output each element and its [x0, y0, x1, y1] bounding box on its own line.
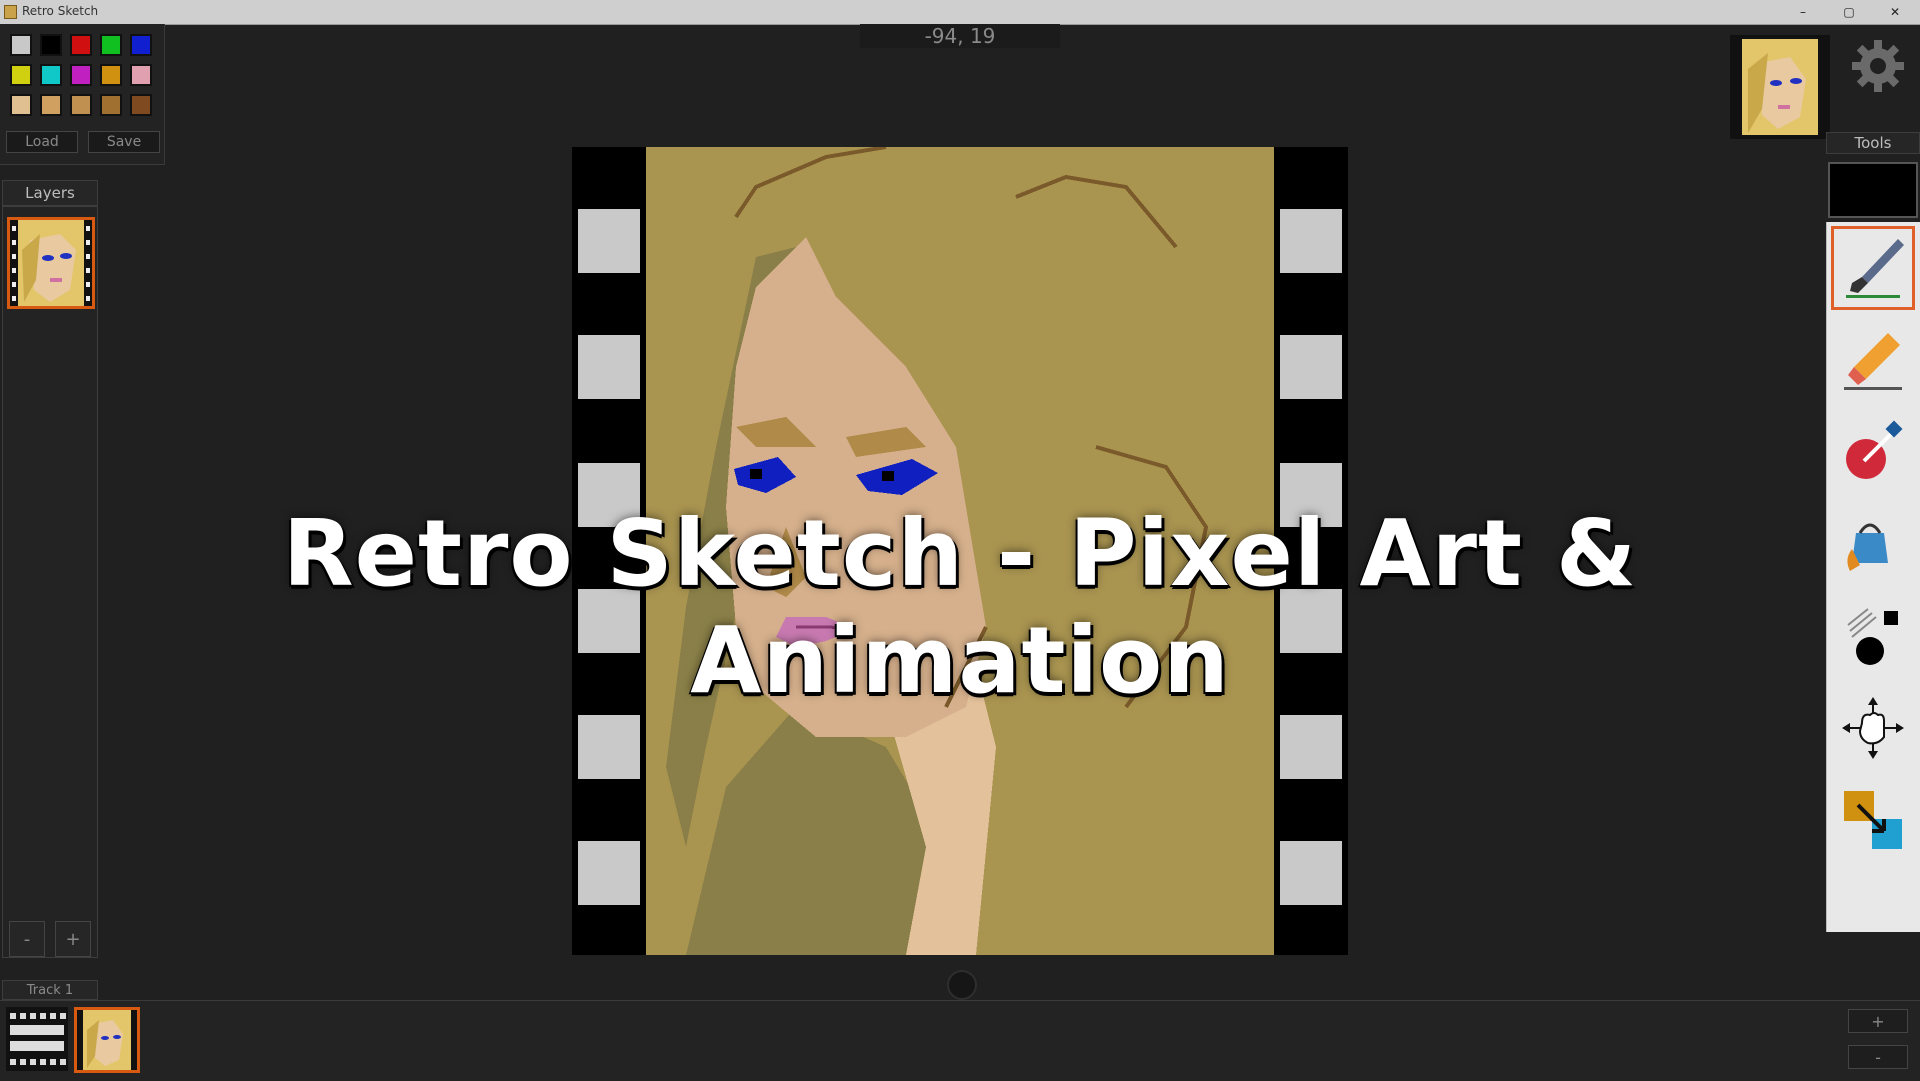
color-swatch[interactable] [100, 34, 122, 56]
color-swatch[interactable] [100, 64, 122, 86]
eyedropper-icon [1846, 420, 1903, 479]
eraser-tool[interactable] [1831, 318, 1915, 402]
cursor-coordinates: -94, 19 [860, 24, 1060, 48]
swap-colors-icon [1844, 791, 1902, 849]
frame-thumbnail[interactable] [74, 1007, 140, 1073]
film-sprocket [578, 841, 640, 905]
color-swatch[interactable] [130, 94, 152, 116]
color-swatch[interactable] [10, 34, 32, 56]
layer-preview-image [10, 220, 92, 306]
minimize-button[interactable]: – [1780, 0, 1826, 24]
animation-preview[interactable] [1730, 35, 1830, 139]
animation-track: + - [0, 1000, 1920, 1081]
window-titlebar: Retro Sketch – ▢ ✕ [0, 0, 1920, 25]
app-icon [4, 5, 17, 19]
save-button[interactable]: Save [88, 131, 160, 153]
color-swatch[interactable] [70, 34, 92, 56]
preview-image [1734, 39, 1826, 135]
brush-icon [1846, 239, 1904, 298]
current-color-swatch[interactable] [1828, 162, 1918, 218]
tools-header: Tools [1826, 132, 1920, 154]
eraser-icon [1844, 333, 1902, 390]
color-swatch[interactable] [40, 64, 62, 86]
film-strip-icon[interactable] [6, 1007, 68, 1071]
color-swatch[interactable] [40, 94, 62, 116]
color-swatch[interactable] [70, 94, 92, 116]
film-sprocket [1280, 715, 1342, 779]
color-palette: Load Save [0, 24, 165, 165]
remove-layer-button[interactable]: - [9, 921, 45, 957]
color-swatch[interactable] [100, 94, 122, 116]
gear-icon[interactable] [1848, 36, 1908, 96]
add-frame-button[interactable]: + [1848, 1009, 1908, 1033]
eyedropper-tool[interactable] [1831, 410, 1915, 494]
timeline-scrubber[interactable] [947, 970, 977, 1000]
color-swatch[interactable] [130, 64, 152, 86]
maximize-button[interactable]: ▢ [1826, 0, 1872, 24]
color-swatch[interactable] [130, 34, 152, 56]
remove-frame-button[interactable]: - [1848, 1045, 1908, 1069]
film-sprocket [578, 335, 640, 399]
film-sprocket [1280, 841, 1342, 905]
film-sprocket [578, 209, 640, 273]
color-swatch[interactable] [70, 64, 92, 86]
color-swatch[interactable] [10, 64, 32, 86]
layers-header: Layers [2, 180, 98, 206]
overlay-title: Retro Sketch - Pixel Art & Animation [282, 500, 1638, 714]
layer-thumbnail[interactable] [7, 217, 95, 309]
track-label: Track 1 [2, 980, 98, 1000]
swap-colors-tool[interactable] [1831, 778, 1915, 862]
window-title: Retro Sketch [22, 4, 99, 18]
color-swatch[interactable] [40, 34, 62, 56]
film-sprocket [1280, 335, 1342, 399]
film-sprocket [1280, 209, 1342, 273]
color-swatch[interactable] [10, 94, 32, 116]
film-sprocket [578, 715, 640, 779]
load-button[interactable]: Load [6, 131, 78, 153]
brush-tool[interactable] [1831, 226, 1915, 310]
close-button[interactable]: ✕ [1872, 0, 1918, 24]
add-layer-button[interactable]: + [55, 921, 91, 957]
